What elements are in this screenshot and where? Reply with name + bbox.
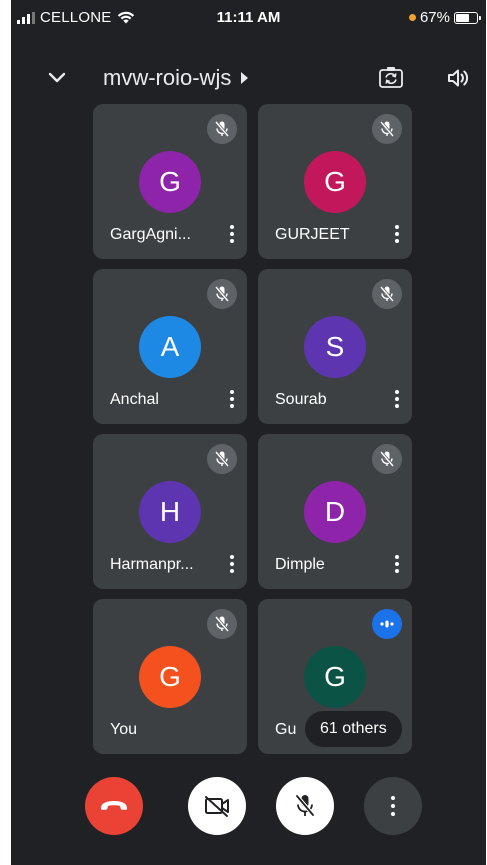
more-options-icon[interactable] bbox=[392, 387, 402, 411]
more-options-button[interactable] bbox=[364, 777, 422, 835]
microphone-toggle-button[interactable] bbox=[276, 777, 334, 835]
status-bar: CELLONE 11:11 AM 67% bbox=[11, 0, 486, 34]
avatar: A bbox=[139, 316, 201, 378]
meeting-code: mvw-roio-wjs bbox=[103, 65, 232, 90]
end-call-icon bbox=[101, 801, 127, 810]
participant-name: Dimple bbox=[275, 556, 325, 573]
battery-icon bbox=[454, 11, 481, 24]
more-options-icon[interactable] bbox=[392, 552, 402, 576]
mic-muted-icon bbox=[207, 114, 237, 144]
avatar: G bbox=[304, 151, 366, 213]
participant-name: Harmanpr... bbox=[110, 556, 194, 573]
call-header: mvw-roio-wjs bbox=[11, 58, 486, 98]
participant-tile[interactable]: G Gu 61 others bbox=[258, 599, 412, 754]
more-options-icon[interactable] bbox=[227, 387, 237, 411]
mic-muted-icon bbox=[372, 114, 402, 144]
participant-tile[interactable]: S Sourab bbox=[258, 269, 412, 424]
avatar: S bbox=[304, 316, 366, 378]
mic-off-icon bbox=[295, 794, 315, 817]
participant-name: GURJEET bbox=[275, 226, 350, 243]
avatar: G bbox=[304, 646, 366, 708]
low-power-dot-icon bbox=[408, 14, 416, 21]
avatar: D bbox=[304, 481, 366, 543]
more-options-icon[interactable] bbox=[392, 222, 402, 246]
speaking-indicator-icon bbox=[372, 609, 402, 639]
switch-camera-icon[interactable] bbox=[377, 64, 405, 92]
participant-tile[interactable]: D Dimple bbox=[258, 434, 412, 589]
meeting-code-button[interactable]: mvw-roio-wjs bbox=[103, 65, 249, 91]
participant-tile[interactable]: A Anchal bbox=[93, 269, 247, 424]
camera-toggle-button[interactable] bbox=[188, 777, 246, 835]
chevron-down-icon[interactable] bbox=[45, 66, 69, 90]
participant-tile[interactable]: H Harmanpr... bbox=[93, 434, 247, 589]
camera-off-icon bbox=[205, 796, 229, 817]
avatar: H bbox=[139, 481, 201, 543]
participant-name: GargAgni... bbox=[110, 226, 191, 243]
others-count-button[interactable]: 61 others bbox=[305, 711, 402, 747]
speaker-icon[interactable] bbox=[445, 65, 471, 91]
participant-tile[interactable]: G GargAgni... bbox=[93, 104, 247, 259]
meet-call-screen: CELLONE 11:11 AM 67% mvw-roio-wjs G Garg… bbox=[11, 0, 486, 865]
caret-right-icon bbox=[241, 72, 249, 84]
more-options-icon[interactable] bbox=[227, 222, 237, 246]
mic-muted-icon bbox=[207, 279, 237, 309]
end-call-button[interactable] bbox=[85, 777, 143, 835]
participant-name: Anchal bbox=[110, 391, 159, 408]
mic-muted-icon bbox=[372, 279, 402, 309]
participant-name: Gu bbox=[275, 721, 297, 738]
participant-tile-self[interactable]: G You bbox=[93, 599, 247, 754]
more-options-icon[interactable] bbox=[227, 552, 237, 576]
battery-percent: 67% bbox=[419, 9, 450, 26]
avatar: G bbox=[139, 646, 201, 708]
participant-name: You bbox=[110, 721, 137, 738]
participant-tile[interactable]: G GURJEET bbox=[258, 104, 412, 259]
more-options-icon bbox=[391, 796, 395, 816]
mic-muted-icon bbox=[207, 444, 237, 474]
status-right: 67% bbox=[408, 9, 481, 26]
mic-muted-icon bbox=[372, 444, 402, 474]
avatar: G bbox=[139, 151, 201, 213]
mic-muted-icon bbox=[207, 609, 237, 639]
participant-name: Sourab bbox=[275, 391, 327, 408]
